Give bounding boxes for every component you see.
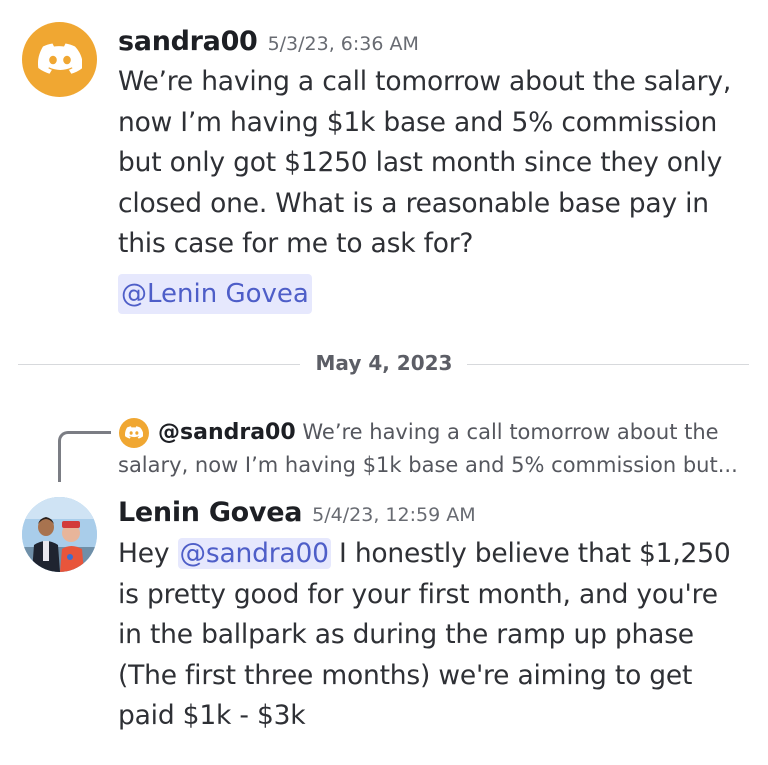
user-photo-avatar xyxy=(22,497,97,572)
date-divider-label: May 4, 2023 xyxy=(315,351,453,375)
message-line: (The first three months) we're aiming to… xyxy=(118,659,693,691)
discord-logo-icon xyxy=(37,43,82,74)
message-content: Hey @sandra00 I honestly believe that $1… xyxy=(118,534,748,737)
user-mention[interactable]: @Lenin Govea xyxy=(118,274,312,314)
message-line: Hey @sandra00 I honestly believe that $1… xyxy=(118,534,748,575)
user-avatar-sandra00[interactable] xyxy=(22,22,97,97)
user-mention[interactable]: @sandra00 xyxy=(177,538,331,569)
date-divider-line xyxy=(18,364,300,365)
username[interactable]: sandra00 xyxy=(118,26,258,57)
reply-preview-text[interactable]: salary, now I’m having $1k base and 5% c… xyxy=(118,449,738,481)
message-content: We’re having a call tomorrow about the s… xyxy=(118,62,748,265)
reply-username[interactable]: @sandra00 xyxy=(158,420,296,445)
username[interactable]: Lenin Govea xyxy=(118,497,302,528)
message-timestamp: 5/3/23, 6:36 AM xyxy=(267,33,419,55)
message-line: this case for me to ask for? xyxy=(118,228,474,259)
message-line: closed one. What is a reasonable base pa… xyxy=(118,187,709,219)
reply-avatar xyxy=(119,418,149,448)
reply-preview[interactable]: @sandra00 We’re having a call tomorrow a… xyxy=(158,416,719,449)
message-line: We’re having a call tomorrow about the s… xyxy=(118,66,732,97)
message-header: sandra00 5/3/23, 6:36 AM xyxy=(118,26,419,57)
reply-spine xyxy=(58,431,111,482)
message-text: I honestly believe that $1,250 xyxy=(330,538,731,569)
discord-logo-icon xyxy=(125,426,143,439)
date-divider-line xyxy=(467,364,749,365)
message-line: paid $1k - $3k xyxy=(118,700,306,731)
message-line: is pretty good for your first month, and… xyxy=(118,578,718,610)
message-timestamp: 5/4/23, 12:59 AM xyxy=(312,504,476,526)
message-line: in the ballpark as during the ramp up ph… xyxy=(118,619,694,650)
message-header: Lenin Govea 5/4/23, 12:59 AM xyxy=(118,497,476,528)
reply-preview-text: We’re having a call tomorrow about the xyxy=(302,420,719,444)
message-line: now I’m having $1k base and 5% commissio… xyxy=(118,106,718,138)
user-avatar-lenin-govea[interactable] xyxy=(22,497,97,572)
message-line: but only got $1250 last month since they… xyxy=(118,147,723,178)
message-text: Hey xyxy=(118,538,178,569)
